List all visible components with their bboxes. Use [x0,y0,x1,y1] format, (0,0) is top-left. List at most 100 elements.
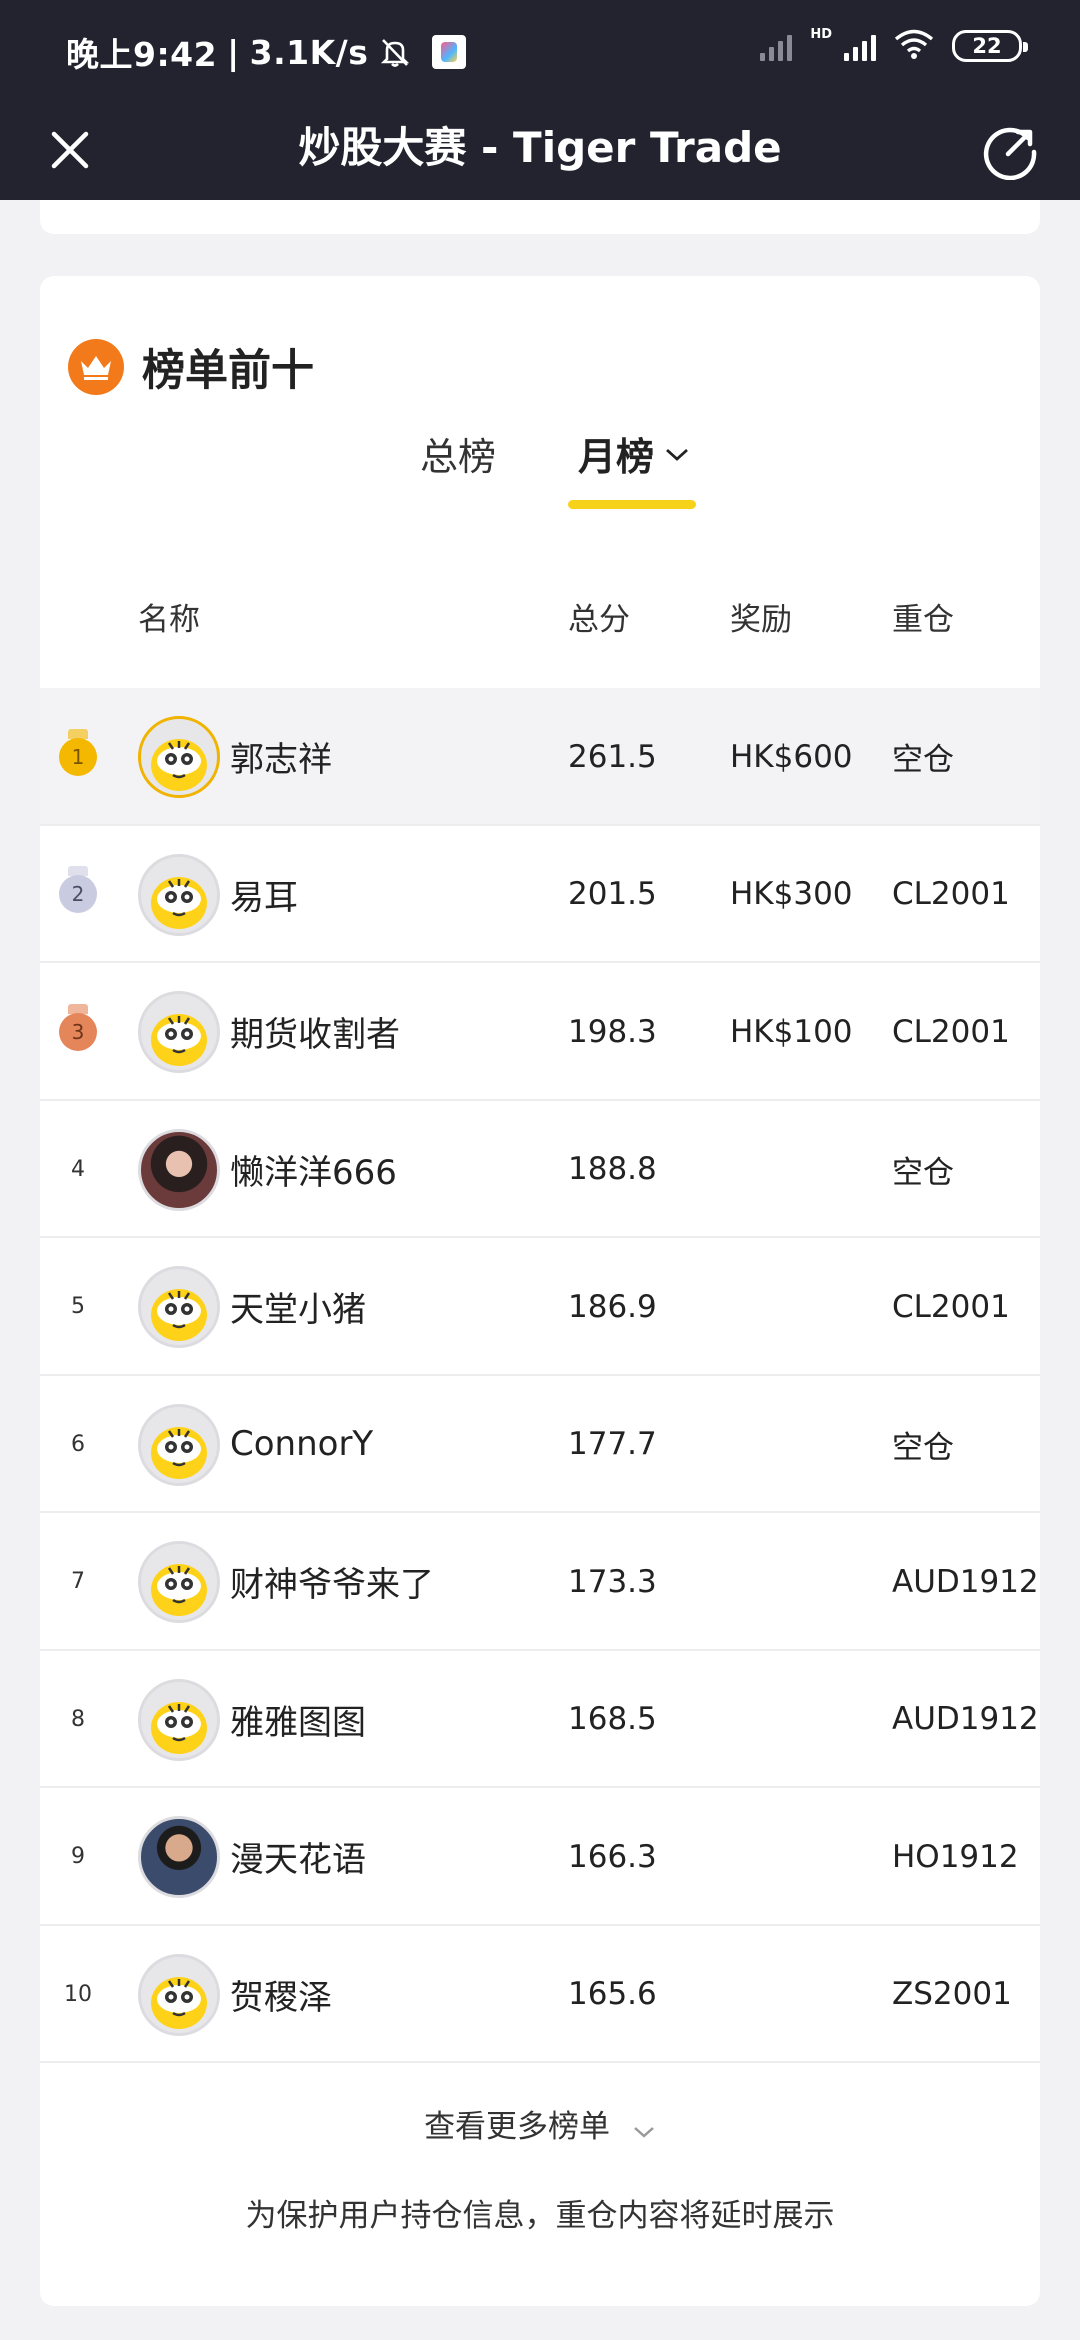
avatar [138,1678,220,1761]
rank-cell: 1 [58,688,98,825]
tiger-avatar-icon [151,739,207,791]
reward: HK$100 [730,1013,853,1050]
rank-number: 10 [64,1981,92,2007]
table-row[interactable]: 10 贺稷泽 165.6 ZS2001 [40,1926,1040,2063]
rank-number: 3 [71,1019,85,1044]
status-right: HD 22 [760,26,1028,64]
avatar [138,716,220,798]
position: CL2001 [892,1013,1010,1050]
active-tab-indicator [568,500,696,509]
avatar [138,1403,220,1486]
column-header-score: 总分 [568,602,630,638]
username: 期货收割者 [230,1015,400,1055]
score: 201.5 [568,876,657,912]
score: 177.7 [568,1426,657,1462]
refresh-button[interactable] [970,110,1050,190]
status-divider: | [227,32,240,72]
signal-2-icon [844,31,876,61]
username: 易耳 [230,877,298,918]
score: 188.8 [568,1151,657,1187]
status-bar: 晚上9:42 | 3.1K/s HD 22 [0,0,1080,100]
previous-card [40,200,1040,234]
avatar-photo [138,1816,220,1898]
column-header-reward: 奖励 [730,602,792,638]
avatar [138,991,220,1073]
wifi-icon [894,28,934,64]
page-title: 炒股大赛 - Tiger Trade [298,123,782,172]
chevron-down-icon [632,2111,656,2147]
tiger-avatar-icon [151,1014,207,1066]
position: 空仓 [892,1154,954,1191]
avatar-photo [138,1128,220,1211]
view-more-label: 查看更多榜单 [424,2109,611,2145]
score: 168.5 [568,1701,657,1737]
leaderboard-title: 榜单前十 [142,346,314,396]
position: 空仓 [892,1429,954,1466]
hd-label: HD [810,26,832,42]
table-row[interactable]: 8 雅雅图图 168.5 AUD1912 [40,1651,1040,1788]
battery-level: 22 [972,34,1002,58]
reward: HK$600 [730,738,853,775]
battery-indicator: 22 [952,30,1028,62]
top-bar: 晚上9:42 | 3.1K/s HD 22 炒股大赛 - Tiger Trade [0,0,1080,200]
rank-number: 9 [71,1844,85,1869]
leaderboard-rows: 1 郭志祥 261.5 HK$600 空仓 2 易耳 201.5 HK$300 [40,688,1040,2063]
rank-number: 5 [71,1294,85,1319]
position: AUD1912 [892,1563,1039,1600]
position: 空仓 [892,742,954,778]
position: CL2001 [892,876,1010,912]
table-row[interactable]: 5 天堂小猪 186.9 CL2001 [40,1238,1040,1376]
reward: HK$300 [730,876,853,912]
tiger-avatar-icon [151,1564,207,1616]
table-row[interactable]: 9 漫天花语 166.3 HO1912 [40,1788,1040,1926]
status-left: 晚上9:42 | 3.1K/s [66,28,467,76]
tiger-avatar-icon [151,1701,207,1754]
gold-medal-icon: 1 [59,728,97,776]
avatar [138,1541,220,1623]
title-bar: 炒股大赛 - Tiger Trade [0,100,1080,200]
score: 261.5 [568,738,657,775]
position: HO1912 [892,1838,1019,1875]
status-time: 晚上9:42 [66,35,218,74]
app-notification-icon [432,35,467,69]
tiger-avatar-icon [151,876,207,929]
rank-cell: 3 [58,963,98,1100]
table-row[interactable]: 2 易耳 201.5 HK$300 CL2001 [40,826,1040,963]
leaderboard-card: 榜单前十 总榜 月榜 名称 总分 奖励 重仓 1 郭志祥 261.5 HK$60… [40,276,1040,2306]
leaderboard-header: 榜单前十 [68,336,314,398]
column-header-name: 名称 [138,602,200,638]
score: 173.3 [568,1563,657,1600]
view-more-button[interactable]: 查看更多榜单 [40,2101,1040,2147]
rank-number: 1 [71,744,85,769]
rank-number: 6 [71,1431,85,1457]
signal-1-icon [760,31,793,61]
avatar [138,1953,220,2036]
score: 165.6 [568,1976,657,2012]
avatar [138,1266,220,1348]
username: 郭志祥 [230,740,332,780]
tiger-avatar-icon [151,1426,207,1479]
table-row[interactable]: 7 财神爷爷来了 173.3 AUD1912 [40,1513,1040,1651]
rank-number: 7 [71,1569,85,1594]
username: ConnorY [230,1424,374,1464]
tab-total[interactable]: 总榜 [420,426,496,481]
score: 166.3 [568,1838,657,1875]
username: 懒洋洋666 [230,1152,397,1193]
table-row[interactable]: 3 期货收割者 198.3 HK$100 CL2001 [40,963,1040,1101]
refresh-icon [983,127,1037,180]
username: 财神爷爷来了 [230,1565,434,1605]
rank-number: 8 [71,1706,85,1732]
tab-monthly[interactable]: 月榜 [578,426,690,481]
tiger-avatar-icon [151,1976,207,2029]
table-row[interactable]: 4 懒洋洋666 188.8 空仓 [40,1101,1040,1238]
crown-icon [68,339,124,395]
privacy-note: 为保护用户持仓信息，重仓内容将延时展示 [245,2198,835,2234]
rank-number: 2 [71,882,85,906]
chevron-down-icon [666,448,688,461]
leaderboard-tabs: 总榜 月榜 [40,426,1040,506]
username: 雅雅图图 [230,1702,366,1743]
table-row[interactable]: 6 ConnorY 177.7 空仓 [40,1376,1040,1513]
username: 贺稷泽 [230,1977,332,2018]
username: 天堂小猪 [230,1290,366,1330]
table-row[interactable]: 1 郭志祥 261.5 HK$600 空仓 [40,688,1040,826]
